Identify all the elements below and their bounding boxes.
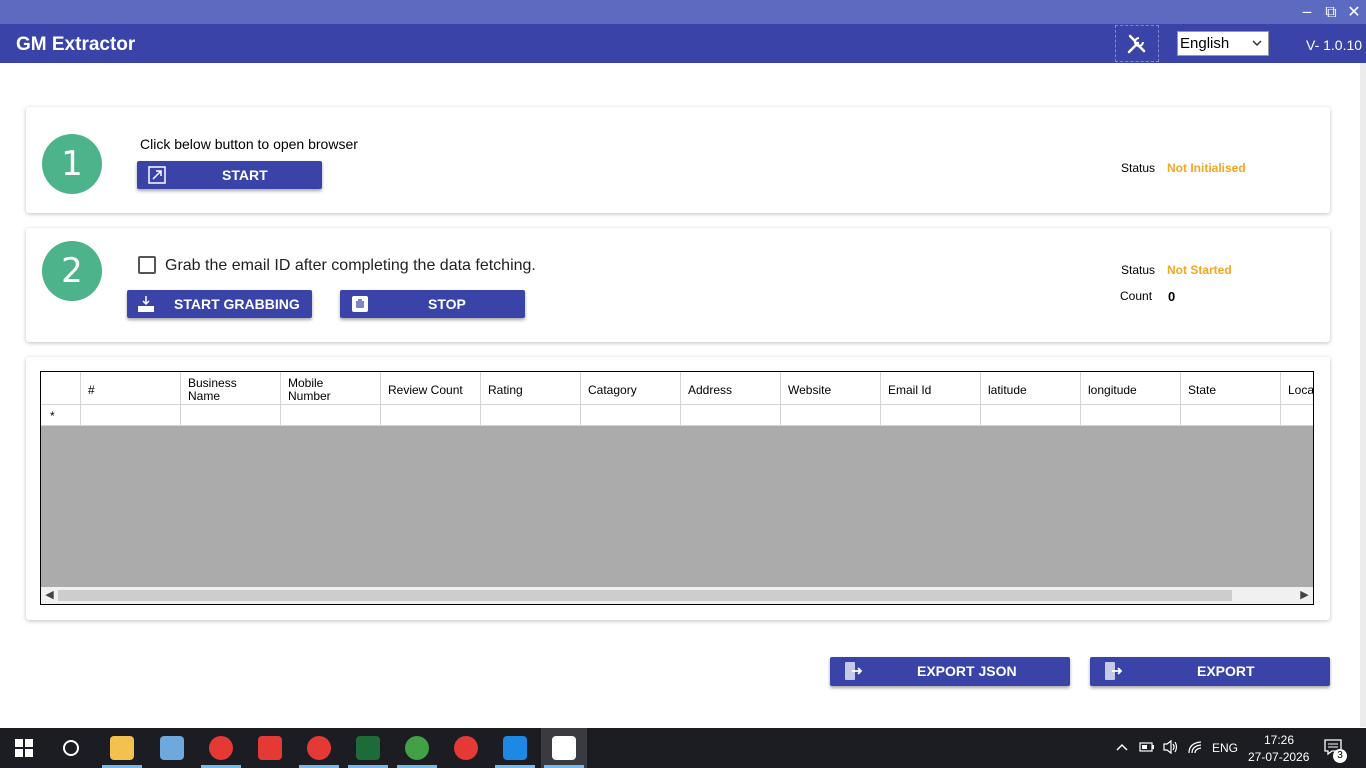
grid-column-header[interactable]: Website [781,372,881,405]
export-json-label: EXPORT JSON [917,663,1017,679]
app-icon[interactable] [160,736,184,760]
window-right-edge [1360,63,1366,727]
grid-row-header-corner [41,372,81,405]
grid-cell[interactable] [681,405,781,426]
chrome-icon[interactable] [454,736,478,760]
app-icon[interactable] [356,736,380,760]
wifi-icon[interactable] [1187,739,1205,755]
grid-header-row: # Business Name Mobile Number Review Cou… [41,372,1313,405]
step1-number: 1 [42,134,102,194]
start-button-label: START [222,167,268,183]
volume-icon[interactable] [1162,739,1180,755]
anydesk-icon[interactable] [258,736,282,760]
step1-instruction: Click below button to open browser [140,136,358,152]
language-selected: English [1180,35,1230,52]
hand-stop-icon [352,296,368,312]
horizontal-scrollbar[interactable]: ◀ ▶ [41,587,1313,604]
chevron-down-icon [1252,40,1262,47]
grid-cell[interactable] [81,405,181,426]
grid-cell[interactable] [781,405,881,426]
search-circle-icon[interactable] [62,739,80,757]
chrome-icon[interactable] [405,736,429,760]
count-value: 0 [1168,289,1176,304]
step2-status-label: Status [1121,263,1156,277]
grab-email-label: Grab the email ID after completing the d… [165,257,536,274]
chrome-icon[interactable] [209,736,233,760]
start-grabbing-label: START GRABBING [174,296,300,312]
chrome-icon[interactable] [307,736,331,760]
scroll-right-icon[interactable]: ▶ [1297,588,1312,603]
grid-cell[interactable] [881,405,981,426]
grid-column-header[interactable]: Mobile Number [281,372,381,405]
step1-card [26,107,1330,213]
version-label: V- 1.0.10 [1306,37,1363,53]
grid-cell[interactable] [481,405,581,426]
grid-column-header[interactable]: Email Id [881,372,981,405]
notification-count-badge: 3 [1333,749,1347,763]
grid-column-header[interactable]: Review Count [381,372,481,405]
download-tray-icon [138,296,154,312]
grid-new-row[interactable]: * [41,405,1313,426]
grid-column-header[interactable]: Catagory [581,372,681,405]
scroll-left-icon[interactable]: ◀ [42,588,57,603]
grid-cell[interactable] [181,405,281,426]
clock-date[interactable]: 27-07-2026 [1248,750,1309,764]
stop-button-label: STOP [428,296,466,312]
maps-pin-icon[interactable] [552,736,576,760]
scrollbar-thumb[interactable] [58,590,1232,601]
export-button[interactable]: EXPORT [1090,657,1330,686]
grid-column-header[interactable]: Location [1281,372,1313,405]
grid-cell[interactable] [581,405,681,426]
grid-cell[interactable] [1181,405,1281,426]
grid-cell[interactable] [1081,405,1181,426]
export-json-button[interactable]: EXPORT JSON [830,657,1070,686]
results-grid[interactable]: # Business Name Mobile Number Review Cou… [40,371,1314,605]
tools-icon [1127,34,1146,53]
minimize-button[interactable]: ‒ [1296,2,1318,22]
step2-card [26,228,1330,342]
grab-email-checkbox[interactable] [138,256,156,274]
app-header [0,24,1366,63]
app-title: GM Extractor [16,34,136,55]
input-language[interactable]: ENG [1212,741,1238,755]
grid-column-header[interactable]: State [1181,372,1281,405]
grid-column-header[interactable]: Address [681,372,781,405]
stop-button[interactable]: STOP [340,290,525,318]
export-icon [1105,662,1123,680]
windows-start-icon[interactable] [15,739,33,757]
grid-column-header[interactable]: latitude [981,372,1081,405]
file-explorer-icon[interactable] [110,736,134,760]
step2-number: 2 [42,241,102,301]
new-row-marker: * [41,405,81,426]
grid-cell[interactable] [281,405,381,426]
battery-icon[interactable] [1139,741,1155,753]
step1-status-label: Status [1121,161,1156,175]
close-button[interactable]: ✕ [1343,2,1365,22]
grid-column-header[interactable]: longitude [1081,372,1181,405]
clock-time[interactable]: 17:26 [1264,733,1294,747]
language-select[interactable]: English [1177,31,1269,56]
export-label: EXPORT [1197,663,1255,679]
grid-cell[interactable] [381,405,481,426]
settings-tools-button[interactable] [1115,25,1159,62]
export-icon [845,662,863,680]
step1-status-value: Not Initialised [1167,161,1246,175]
start-button[interactable]: START [137,161,322,189]
maximize-button[interactable]: ⧉ [1320,2,1342,22]
window-title-bar [0,0,1366,24]
open-external-icon [148,166,166,184]
grid-column-header[interactable]: # [81,372,181,405]
grid-cell[interactable] [981,405,1081,426]
remote-desktop-icon[interactable] [503,736,527,760]
step2-status-value: Not Started [1167,263,1232,277]
chevron-up-icon[interactable] [1116,742,1128,752]
grid-column-header[interactable]: Rating [481,372,581,405]
grid-column-header[interactable]: Business Name [181,372,281,405]
count-label: Count [1120,289,1153,303]
start-grabbing-button[interactable]: START GRABBING [127,290,312,318]
grid-cell[interactable] [1281,405,1313,426]
